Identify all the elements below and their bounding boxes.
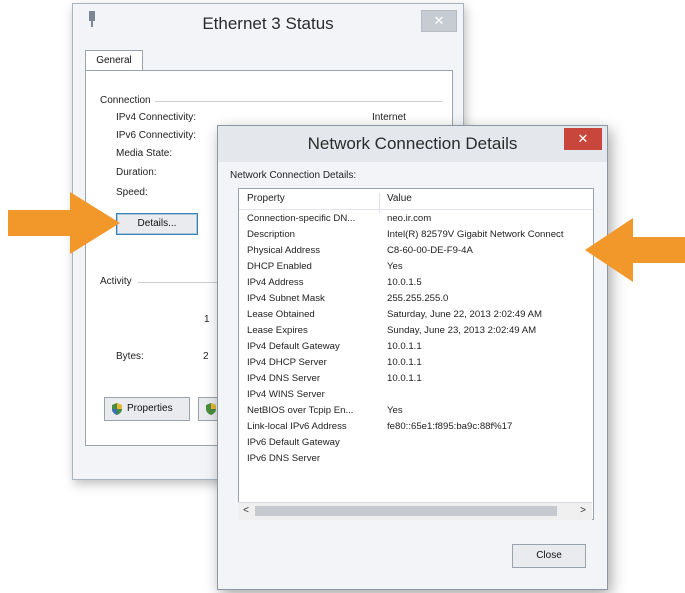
scroll-right-icon[interactable]: > xyxy=(576,504,590,518)
row-value[interactable]: 255.255.255.0 xyxy=(387,293,448,304)
row-value[interactable]: 10.0.1.1 xyxy=(387,357,422,368)
row-property[interactable]: DHCP Enabled xyxy=(247,261,312,272)
duration-label: Duration: xyxy=(116,167,157,178)
row-value[interactable]: Sunday, June 23, 2013 2:02:49 AM xyxy=(387,325,536,336)
details-button[interactable]: Details... xyxy=(116,213,198,235)
column-separator[interactable] xyxy=(379,193,380,213)
bytes-label: Bytes: xyxy=(116,351,144,362)
row-value[interactable]: 10.0.1.5 xyxy=(387,277,422,288)
row-property[interactable]: IPv6 DNS Server xyxy=(247,453,320,464)
close-button[interactable]: Close xyxy=(512,544,586,568)
connection-group-label: Connection xyxy=(100,95,155,106)
row-value[interactable]: 10.0.1.1 xyxy=(387,373,422,384)
speed-label: Speed: xyxy=(116,187,148,198)
details-list-header: Property Value xyxy=(239,189,593,213)
row-value[interactable]: Intel(R) 82579V Gigabit Network Connect xyxy=(387,229,564,240)
connection-group-line xyxy=(146,101,442,102)
row-property[interactable]: IPv4 WINS Server xyxy=(247,389,325,400)
row-value[interactable]: Saturday, June 22, 2013 2:02:49 AM xyxy=(387,309,542,320)
row-property[interactable]: Connection-specific DN... xyxy=(247,213,355,224)
tab-general[interactable]: General xyxy=(85,50,143,71)
ipv4-connectivity-value: Internet xyxy=(372,112,406,123)
column-header-value[interactable]: Value xyxy=(387,193,412,204)
row-value[interactable]: Yes xyxy=(387,261,403,272)
row-value[interactable]: Yes xyxy=(387,405,403,416)
scroll-left-icon[interactable]: < xyxy=(239,504,253,518)
media-state-label: Media State: xyxy=(116,148,173,159)
row-property[interactable]: IPv4 DNS Server xyxy=(247,373,320,384)
left-arrow-icon xyxy=(8,192,120,254)
row-value[interactable]: neo.ir.com xyxy=(387,213,431,224)
activity-partial-value: 1 xyxy=(204,314,210,325)
network-details-title: Network Connection Details xyxy=(307,134,518,153)
network-details-window: Network Connection Details ✕ Network Con… xyxy=(217,125,608,590)
row-property[interactable]: IPv4 Default Gateway xyxy=(247,341,340,352)
row-property[interactable]: IPv6 Default Gateway xyxy=(247,437,340,448)
ipv4-connectivity-label: IPv4 Connectivity: xyxy=(116,112,197,123)
row-property[interactable]: NetBIOS over Tcpip En... xyxy=(247,405,353,416)
row-property[interactable]: Lease Obtained xyxy=(247,309,315,320)
activity-group-label: Activity xyxy=(100,276,136,287)
properties-shield-icon xyxy=(112,403,122,415)
row-property[interactable]: Description xyxy=(247,229,295,240)
details-listview[interactable]: Property Value Connection-specific DN...… xyxy=(238,188,594,520)
row-property[interactable]: IPv4 Address xyxy=(247,277,304,288)
horizontal-scrollbar[interactable]: < > xyxy=(238,502,592,520)
right-arrow-icon xyxy=(585,218,685,282)
row-value[interactable]: C8-60-00-DE-F9-4A xyxy=(387,245,473,256)
row-property[interactable]: IPv4 DHCP Server xyxy=(247,357,327,368)
properties-button[interactable]: Properties xyxy=(104,397,190,421)
ethernet-status-title: Ethernet 3 Status xyxy=(202,14,334,33)
ethernet-close-button[interactable]: ✕ xyxy=(421,10,457,32)
scrollbar-thumb[interactable] xyxy=(255,506,557,516)
row-property[interactable]: IPv4 Subnet Mask xyxy=(247,293,325,304)
row-value[interactable]: fe80::65e1:f895:ba9c:88f%17 xyxy=(387,421,512,432)
shield-icon xyxy=(206,403,216,415)
network-details-titlebar[interactable]: Network Connection Details ✕ xyxy=(218,126,607,162)
row-property[interactable]: Lease Expires xyxy=(247,325,308,336)
activity-group-line xyxy=(138,282,218,283)
row-property[interactable]: Physical Address xyxy=(247,245,320,256)
bytes-partial-value: 2 xyxy=(203,351,209,362)
properties-button-label: Properties xyxy=(127,403,173,414)
ethernet-status-titlebar[interactable]: Ethernet 3 Status ✕ xyxy=(73,4,463,42)
ipv6-connectivity-label: IPv6 Connectivity: xyxy=(116,130,197,141)
row-value[interactable]: 10.0.1.1 xyxy=(387,341,422,352)
column-header-property[interactable]: Property xyxy=(247,193,285,204)
row-property[interactable]: Link-local IPv6 Address xyxy=(247,421,347,432)
network-details-close-icon[interactable]: ✕ xyxy=(564,128,602,150)
details-caption: Network Connection Details: xyxy=(230,170,357,181)
